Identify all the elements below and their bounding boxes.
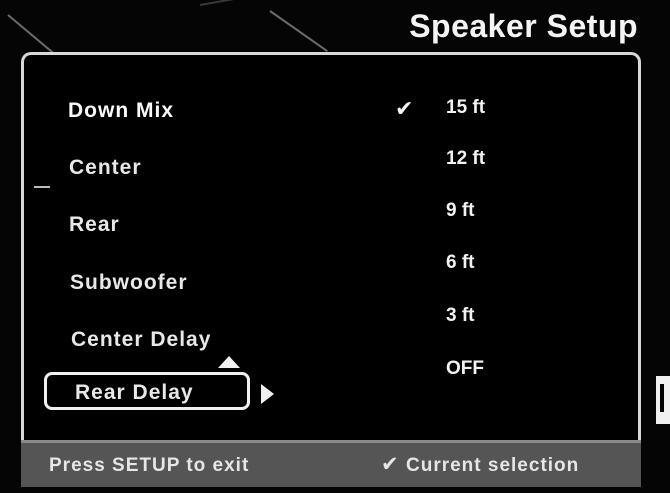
option-15ft[interactable]: 15 ft	[446, 97, 485, 119]
menu-item-rear-delay[interactable]: Rear Delay	[44, 372, 250, 410]
page-title: Speaker Setup	[409, 8, 638, 44]
header-streak	[199, 0, 240, 6]
submenu-right-arrow-icon[interactable]	[261, 384, 274, 404]
scroll-up-arrow-icon[interactable]	[218, 356, 240, 368]
menu-item-rear[interactable]: Rear	[69, 213, 120, 237]
osd-screen: Speaker Setup Down Mix Center Rear Subwo…	[0, 0, 670, 493]
checkmark-icon: ✔	[381, 453, 399, 476]
menu-item-subwoofer[interactable]: Subwoofer	[70, 271, 188, 295]
menu-item-center-delay[interactable]: Center Delay	[71, 328, 211, 352]
menu-item-label: Rear Delay	[75, 381, 194, 404]
header-streak	[7, 14, 55, 55]
header-streak	[269, 10, 328, 52]
menu-item-center[interactable]: Center	[69, 156, 142, 180]
option-9ft[interactable]: 9 ft	[446, 200, 475, 222]
edge-glyph-icon	[656, 376, 670, 424]
option-6ft[interactable]: 6 ft	[446, 252, 475, 274]
checkmark-icon: ✔	[395, 96, 414, 121]
exit-hint: Press SETUP to exit	[49, 455, 250, 476]
edge-artifact	[34, 186, 50, 188]
option-12ft[interactable]: 12 ft	[446, 148, 485, 170]
current-selection-hint: Current selection	[406, 455, 580, 476]
option-3ft[interactable]: 3 ft	[446, 305, 475, 327]
option-off[interactable]: OFF	[446, 358, 484, 380]
menu-item-down-mix[interactable]: Down Mix	[68, 99, 174, 123]
footer-hint-bar: Press SETUP to exit ✔ Current selection	[21, 440, 641, 487]
